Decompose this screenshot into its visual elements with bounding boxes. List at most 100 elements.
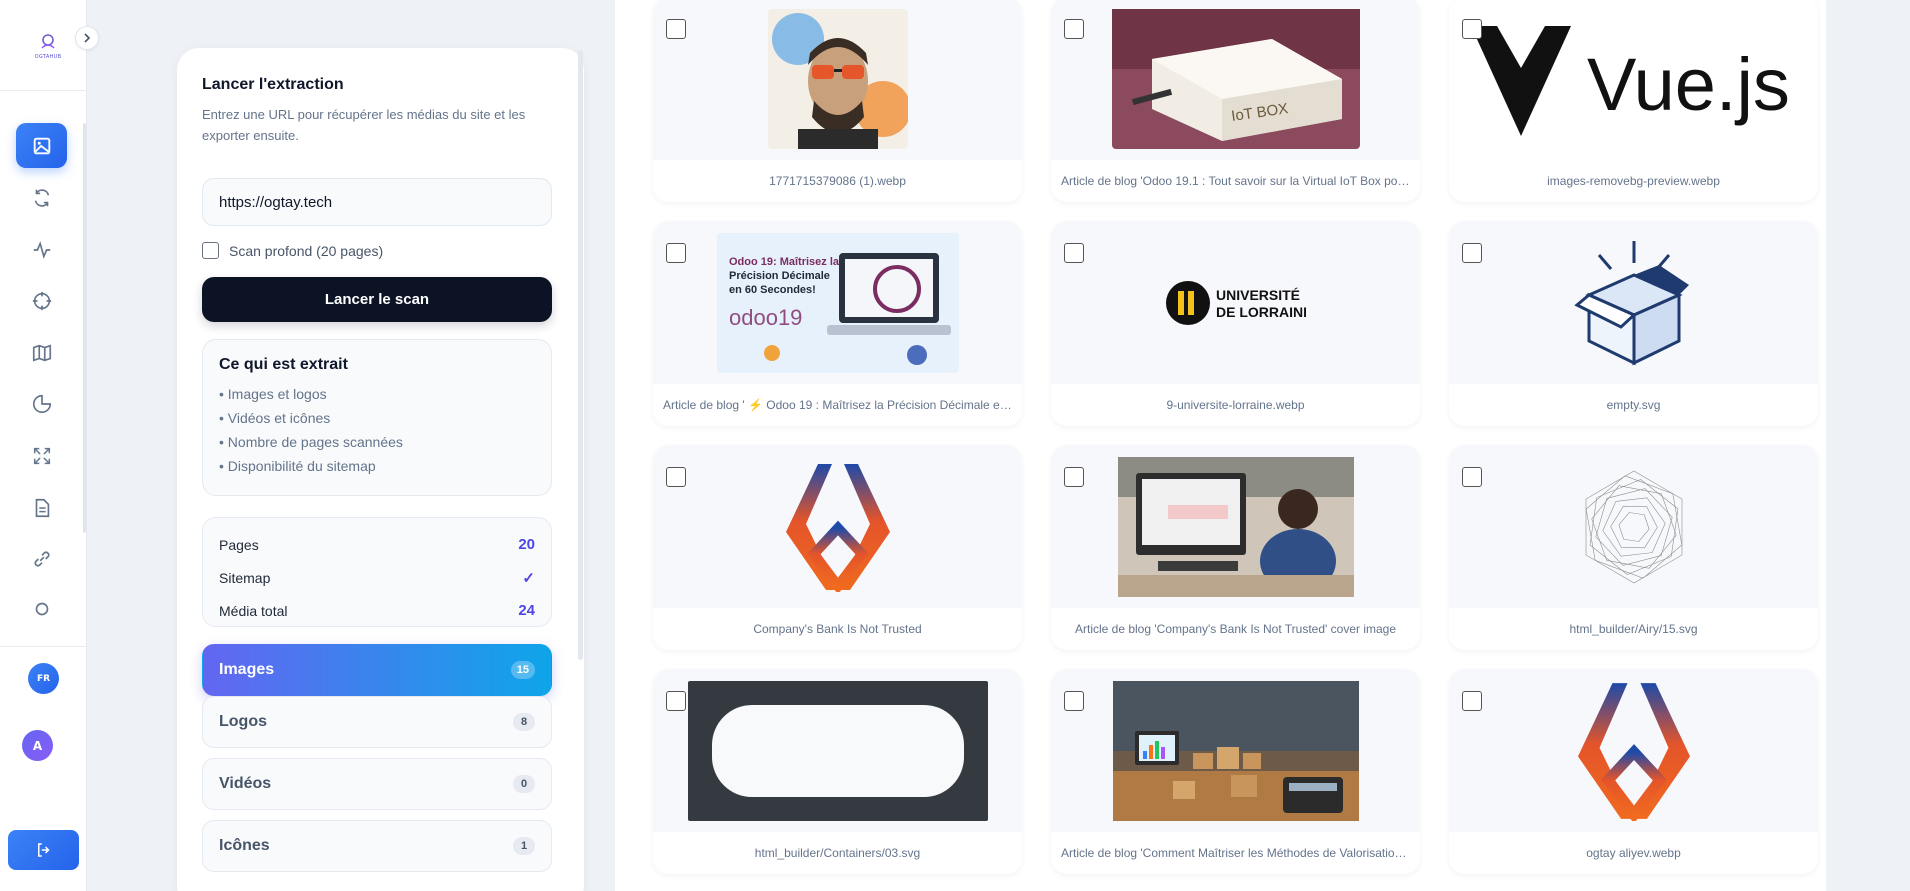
media-caption: Article de blog ' ⚡ Odoo 19 : Maîtrisez … xyxy=(653,384,1022,426)
panel-title: Lancer l'extraction xyxy=(202,76,344,93)
media-caption: 9-universite-lorraine.webp xyxy=(1051,384,1420,426)
media-thumbnail: Vue.js xyxy=(1449,0,1818,160)
ogtay-logo-mark xyxy=(1577,682,1690,821)
nav-activity[interactable] xyxy=(16,227,67,272)
category-icons[interactable]: Icônes 1 xyxy=(202,820,552,872)
scan-button[interactable]: Lancer le scan xyxy=(202,277,552,322)
select-checkbox[interactable] xyxy=(666,467,686,487)
select-checkbox[interactable] xyxy=(1064,467,1084,487)
count-badge: 8 xyxy=(513,713,535,731)
category-label: Images xyxy=(219,661,275,678)
media-thumbnail xyxy=(653,669,1022,832)
media-card[interactable]: Company's Bank Is Not Trusted xyxy=(653,445,1022,650)
select-checkbox[interactable] xyxy=(666,691,686,711)
nav-sync[interactable] xyxy=(16,175,67,220)
stat-value: 24 xyxy=(518,602,535,619)
stat-value: 20 xyxy=(518,536,535,553)
logout-icon xyxy=(37,843,50,857)
language-switch[interactable]: FR xyxy=(28,663,59,694)
vue-logo-image: Vue.js xyxy=(1470,25,1790,136)
app-logo[interactable]: OGTAHUB xyxy=(31,32,65,66)
logo-icon xyxy=(41,34,55,49)
category-label: Icônes xyxy=(219,837,270,854)
select-checkbox[interactable] xyxy=(1064,691,1084,711)
odoo-thumb-line3: en 60 Secondes! xyxy=(729,284,816,296)
select-checkbox[interactable] xyxy=(1462,243,1482,263)
divider xyxy=(0,646,87,647)
stat-pages: Pages 20 xyxy=(219,528,535,561)
deep-scan-checkbox[interactable] xyxy=(202,242,219,259)
nav-map[interactable] xyxy=(16,330,67,375)
airy-pattern-image xyxy=(1585,470,1682,583)
stat-label: Sitemap xyxy=(219,569,271,586)
category-logos[interactable]: Logos 8 xyxy=(202,696,552,748)
category-videos[interactable]: Vidéos 0 xyxy=(202,758,552,810)
media-card[interactable]: empty.svg xyxy=(1449,221,1818,426)
media-card[interactable]: Vue.js images-removebg-preview.webp xyxy=(1449,0,1818,202)
media-thumbnail xyxy=(653,0,1022,160)
media-card[interactable]: Article de blog 'Company's Bank Is Not T… xyxy=(1051,445,1420,650)
media-card[interactable]: IoT BOX Article de blog 'Odoo 19.1 : Tou… xyxy=(1051,0,1420,202)
category-label: Vidéos xyxy=(219,775,272,792)
iot-box-image: IoT BOX xyxy=(1111,8,1360,149)
category-images[interactable]: Images 15 xyxy=(202,644,552,696)
refresh-icon xyxy=(34,188,49,207)
panel-scrollbar[interactable] xyxy=(578,50,583,660)
select-checkbox[interactable] xyxy=(1462,691,1482,711)
deep-scan-option[interactable]: Scan profond (20 pages) xyxy=(202,242,383,259)
stat-media-total: Média total 24 xyxy=(219,594,535,627)
select-checkbox[interactable] xyxy=(1462,19,1482,39)
media-card[interactable]: Article de blog 'Comment Maîtriser les M… xyxy=(1051,669,1420,874)
count-badge: 1 xyxy=(513,837,535,855)
stat-label: Média total xyxy=(219,602,288,619)
logo-text: OGTAHUB xyxy=(34,54,62,60)
media-card[interactable]: html_builder/Airy/15.svg xyxy=(1449,445,1818,650)
nav-resize[interactable] xyxy=(16,433,67,478)
odoo-thumb-line1: Odoo 19: Maîtrisez la xyxy=(729,256,840,268)
url-input[interactable] xyxy=(202,178,552,226)
nav-documents[interactable] xyxy=(16,485,67,530)
right-gutter xyxy=(1826,0,1910,891)
container-shape-image xyxy=(687,680,988,821)
stat-label: Pages xyxy=(219,536,259,553)
media-caption: Article de blog 'Comment Maîtriser les M… xyxy=(1051,832,1420,874)
media-grid: 1771715379086 (1).webp IoT BOX Article d… xyxy=(615,0,1826,891)
user-avatar[interactable]: A xyxy=(22,730,53,761)
media-thumbnail: IoT BOX xyxy=(1051,0,1420,160)
vue-wordmark: Vue.js xyxy=(1587,43,1790,126)
nav-misc[interactable] xyxy=(16,586,67,631)
deep-scan-label: Scan profond (20 pages) xyxy=(229,242,384,259)
media-card[interactable]: Odoo 19: Maîtrisez la Précision Décimale… xyxy=(653,221,1022,426)
link-icon xyxy=(34,551,49,566)
nav-analytics[interactable] xyxy=(16,381,67,426)
nav-target[interactable] xyxy=(16,278,67,323)
media-caption: Article de blog 'Company's Bank Is Not T… xyxy=(1051,608,1420,650)
odoo-thumb-brand: odoo19 xyxy=(729,305,802,330)
media-caption: Article de blog 'Odoo 19.1 : Tout savoir… xyxy=(1051,160,1420,202)
sidebar-toggle-button[interactable] xyxy=(75,26,99,50)
nav-media-extractor[interactable] xyxy=(16,123,67,168)
rail-scrollbar[interactable] xyxy=(83,123,86,533)
map-icon xyxy=(32,344,51,361)
count-badge: 15 xyxy=(510,661,535,679)
select-checkbox[interactable] xyxy=(666,243,686,263)
media-card[interactable]: 1771715379086 (1).webp xyxy=(653,0,1022,202)
media-card[interactable]: ogtay aliyev.webp xyxy=(1449,669,1818,874)
logout-button[interactable] xyxy=(8,830,79,870)
select-checkbox[interactable] xyxy=(1462,467,1482,487)
select-checkbox[interactable] xyxy=(1064,19,1084,39)
media-card[interactable]: UNIVERSITÉ DE LORRAINE 9-universite-lorr… xyxy=(1051,221,1420,426)
info-item: • Nombre de pages scannées xyxy=(219,434,403,450)
nav-links[interactable] xyxy=(16,536,67,581)
media-card[interactable]: html_builder/Containers/03.svg xyxy=(653,669,1022,874)
univ-line2: DE LORRAINE xyxy=(1216,304,1306,320)
select-checkbox[interactable] xyxy=(666,19,686,39)
info-item: • Disponibilité du sitemap xyxy=(219,458,376,474)
select-checkbox[interactable] xyxy=(1064,243,1084,263)
info-title: Ce qui est extrait xyxy=(219,356,348,373)
media-caption: 1771715379086 (1).webp xyxy=(653,160,1022,202)
info-item: • Images et logos xyxy=(219,386,327,402)
stock-valuation-photo xyxy=(1112,680,1359,821)
media-caption: html_builder/Airy/15.svg xyxy=(1449,608,1818,650)
divider xyxy=(0,90,87,91)
